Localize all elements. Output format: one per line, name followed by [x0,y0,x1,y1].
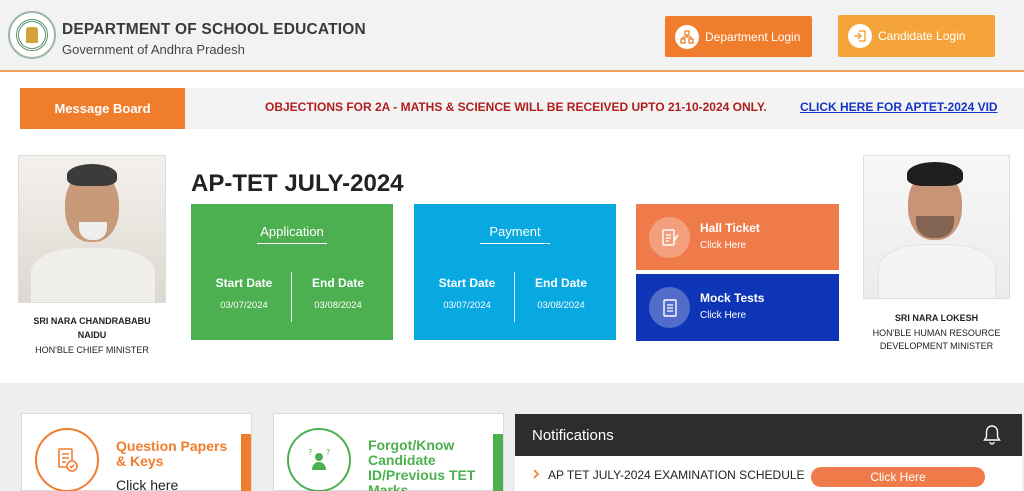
forgot-id-box[interactable]: ?? Forgot/Know Candidate ID/Previous TET… [273,413,504,491]
notification-click-here-button[interactable]: Click Here [811,467,985,487]
chief-minister-photo [18,155,166,303]
mock-tests-tile[interactable]: Mock Tests Click Here [636,274,839,341]
notifications-title: Notifications [532,427,614,444]
question-papers-title: Question Papers & Keys [116,438,228,469]
forgot-id-icon: ?? [287,428,351,491]
emblem-icon [8,11,56,59]
mock-tests-link[interactable]: Click Here [700,310,746,321]
payment-end-label: End Date [534,276,587,290]
page-title: AP-TET JULY-2024 [191,170,404,197]
payment-start-date: 03/07/2024 [443,300,491,311]
site-header: DEPARTMENT OF SCHOOL EDUCATION Governmen… [0,0,1024,72]
department-login-button[interactable]: Department Login [665,16,812,57]
hrd-minister-role-line2: DEVELOPMENT MINISTER [879,341,994,351]
hall-ticket-icon [649,217,690,258]
hall-ticket-tile[interactable]: Hall Ticket Click Here [636,204,839,270]
mock-tests-title: Mock Tests [700,291,765,305]
question-papers-box[interactable]: Question Papers & Keys Click here [21,413,252,491]
message-board: Message Board OBJECTIONS FOR 2A - MATHS … [20,88,1024,129]
department-subtitle: Government of Andhra Pradesh [62,42,245,57]
hrd-minister-role-line1: HON'BLE HUMAN RESOURCE [872,328,1001,338]
candidate-login-label: Candidate Login [878,29,966,43]
application-card[interactable]: Application Start Date End Date 03/07/20… [191,204,393,340]
svg-text:?: ? [308,448,312,457]
application-title: Application [260,224,324,239]
notifications-panel: Notifications AP TET JULY-2024 EXAMINATI… [515,414,1022,491]
notifications-header: Notifications [515,414,1022,456]
hrd-minister-name: SRI NARA LOKESH [894,313,979,323]
message-board-label: Message Board [20,88,185,129]
department-title: DEPARTMENT OF SCHOOL EDUCATION [62,21,366,38]
candidate-login-button[interactable]: Candidate Login [838,15,995,57]
payment-card[interactable]: Payment Start Date End Date 03/07/2024 0… [414,204,616,340]
payment-title: Payment [489,224,541,239]
bell-icon[interactable] [982,423,1002,450]
message-board-text: OBJECTIONS FOR 2A - MATHS & SCIENCE WILL… [265,100,767,114]
hrd-minister-photo [863,155,1010,299]
mock-tests-icon [649,287,690,328]
question-papers-icon [35,428,99,491]
message-board-link[interactable]: CLICK HERE FOR APTET-2024 VID [800,100,998,114]
hall-ticket-link[interactable]: Click Here [700,240,746,251]
hall-ticket-title: Hall Ticket [700,221,760,235]
payment-start-label: Start Date [438,276,496,290]
forgot-id-title: Forgot/Know Candidate ID/Previous TET Ma… [368,437,476,491]
application-end-label: End Date [311,276,364,290]
department-login-label: Department Login [705,29,801,44]
svg-text:?: ? [326,448,330,457]
chief-minister-name-line2: NAIDU [77,330,107,340]
notification-text: AP TET JULY-2024 EXAMINATION SCHEDULE [548,468,805,482]
application-end-date: 03/08/2024 [314,300,362,311]
chief-minister-name-line1: SRI NARA CHANDRABABU [33,316,151,326]
application-start-date: 03/07/2024 [220,300,268,311]
question-papers-link[interactable]: Click here [116,477,178,491]
payment-end-date: 03/08/2024 [537,300,585,311]
chevron-right-icon [532,468,540,482]
chief-minister-role: HON'BLE CHIEF MINISTER [35,345,149,355]
candidate-login-icon [848,24,872,48]
notification-item: AP TET JULY-2024 EXAMINATION SCHEDULE Cl… [515,456,1022,491]
application-start-label: Start Date [215,276,273,290]
department-login-icon [675,24,699,49]
